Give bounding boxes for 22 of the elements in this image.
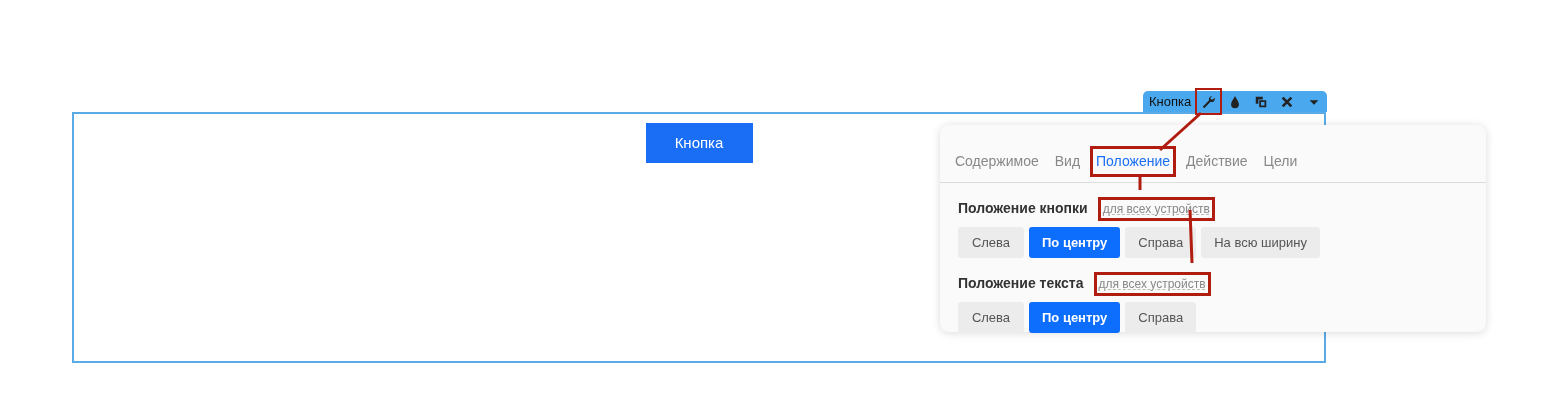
section-title: Положение текста	[958, 274, 1084, 293]
option-button[interactable]: На всю ширину	[1201, 227, 1320, 258]
copy-icon[interactable]	[1254, 94, 1269, 109]
panel-tab[interactable]: Вид	[1048, 146, 1087, 177]
panel-tab[interactable]: Цели	[1257, 146, 1304, 177]
leader-line	[1138, 177, 1142, 190]
section-title: Положение кнопки	[958, 199, 1088, 218]
content-button[interactable]: Кнопка	[645, 123, 753, 163]
option-button[interactable]: По центру	[1029, 302, 1121, 333]
option-button[interactable]: Слева	[958, 227, 1024, 258]
toolbar-title: Кнопка	[1149, 92, 1192, 111]
panel-tab[interactable]: Содержимое	[949, 146, 1045, 177]
option-button[interactable]: Справа	[1125, 302, 1197, 333]
panel-tab[interactable]: Действие	[1180, 146, 1254, 177]
device-hint[interactable]: для всех устройств	[1093, 272, 1211, 296]
option-button[interactable]: Слева	[958, 302, 1024, 333]
option-button[interactable]: По центру	[1029, 227, 1121, 258]
close-icon[interactable]	[1280, 94, 1295, 109]
option-button[interactable]: Справа	[1125, 227, 1197, 258]
panel-tab[interactable]: Положение	[1090, 146, 1177, 177]
device-hint[interactable]: для всех устройств	[1097, 197, 1215, 221]
wrench-icon[interactable]	[1201, 94, 1216, 109]
